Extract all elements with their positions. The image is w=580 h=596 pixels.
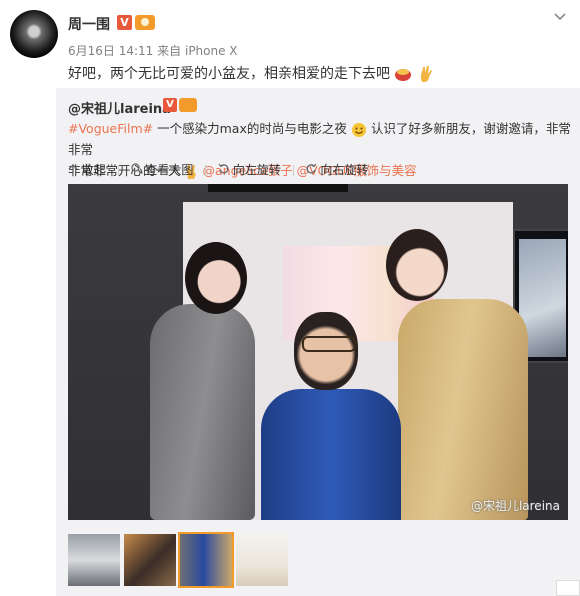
rotate-right-button[interactable]: 向右旋转 [306, 161, 369, 178]
thumbnail-1[interactable] [68, 534, 120, 586]
rotate-right-label: 向右旋转 [320, 163, 369, 177]
person-center-body [261, 389, 401, 520]
post-text-body: 好吧，两个无比可爱的小盆友，相亲相爱的走下去吧 [68, 66, 390, 82]
source-prefix: 来自 [157, 44, 182, 58]
magnifier-icon [130, 163, 141, 174]
thumbnail-3-selected[interactable] [178, 532, 234, 588]
arrow-up-icon [68, 164, 78, 173]
member-level-icon[interactable] [135, 15, 155, 30]
chevron-down-icon[interactable] [554, 10, 566, 22]
hand-gesture-emoji-icon [420, 66, 432, 82]
rotate-right-icon [306, 163, 316, 174]
post-meta: 6月16日 14:11 来自 iPhone X [68, 42, 238, 59]
main-photo[interactable]: @宋祖儿lareina [68, 184, 568, 520]
rotate-left-icon [218, 163, 229, 174]
bowl-emoji-icon [395, 69, 412, 81]
collapse-label: 收起 [81, 163, 106, 177]
photo-watermark: @宋祖儿lareina [470, 499, 560, 513]
person-right-body [398, 299, 528, 520]
repost-text-part1: 一个感染力max的时尚与电影之夜 [157, 121, 347, 136]
collapse-button[interactable]: 收起 [68, 161, 106, 178]
weibo-post: 周一围 V 6月16日 14:11 来自 iPhone X 好吧，两个无比可爱的… [0, 0, 580, 596]
post-source[interactable]: iPhone X [185, 44, 238, 58]
corner-widget[interactable] [556, 580, 580, 596]
rotate-left-label: 向左旋转 [232, 163, 281, 177]
rotate-left-button[interactable]: 向左旋转 [218, 161, 281, 178]
photo-frame-top [208, 184, 348, 192]
person-right-head [386, 229, 448, 301]
post-text: 好吧，两个无比可爱的小盆友，相亲相爱的走下去吧 [68, 63, 435, 83]
image-actions: 收起 查看大图 向左旋转 向右旋转 [68, 161, 376, 178]
repost-member-level-icon[interactable] [179, 98, 197, 112]
divider [292, 165, 294, 176]
repost-verified-badge[interactable]: V [163, 98, 177, 112]
thumbnail-2[interactable] [124, 534, 176, 586]
divider [205, 165, 207, 176]
thumbnail-4[interactable] [236, 534, 288, 586]
divider [117, 165, 119, 176]
author-avatar[interactable] [10, 10, 58, 58]
repost-card: @宋祖儿lareina V #VogueFilm# 一个感染力max的时尚与电影… [56, 88, 580, 596]
glasses-shape [302, 336, 356, 352]
smile-emoji-icon [351, 122, 366, 137]
hashtag-link[interactable]: #VogueFilm# [68, 121, 153, 136]
author-name[interactable]: 周一围 [68, 14, 110, 34]
view-large-button[interactable]: 查看大图 [130, 161, 194, 178]
person-left-body [150, 304, 255, 520]
repost-author[interactable]: @宋祖儿lareina [68, 98, 171, 117]
verified-badge[interactable]: V [117, 15, 132, 30]
view-large-label: 查看大图 [145, 163, 194, 177]
post-date[interactable]: 6月16日 14:11 [68, 44, 153, 58]
person-left-head [185, 242, 247, 314]
